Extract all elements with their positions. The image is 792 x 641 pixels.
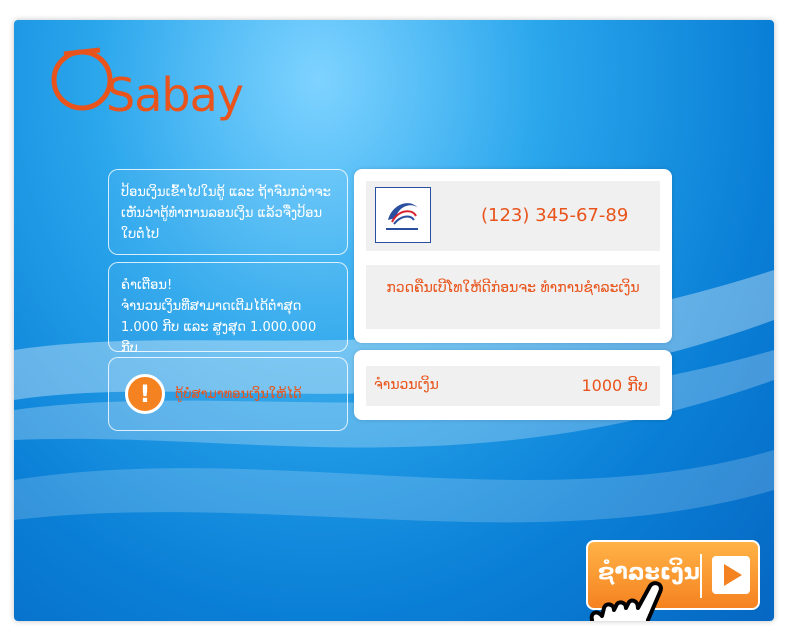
check-note-box: ກວດຄືນເບີໂທໃຫ້ດີກ່ອນຈະ ທຳການຊຳລະເງິນ	[366, 265, 660, 329]
warning-title: ຄຳເຕືອນ!	[121, 278, 173, 293]
logo-text: Sabay	[106, 68, 244, 122]
amount-value: 1000 ກີບ	[581, 376, 648, 395]
lao-telecom-emblem	[386, 203, 418, 230]
lao-telecom-logo	[375, 187, 431, 243]
instructions-panel: ປ້ອນເງິນເຂົ້າໄປໃນຕູ້ ແລະ ຖ້າຈົນກວ່າຈະເຫັ…	[108, 169, 348, 255]
phone-row: (123) 345-67-89	[366, 181, 660, 251]
sabay-logo: Sabay	[42, 38, 262, 122]
pay-button-divider	[700, 554, 702, 598]
amount-row: ຈຳນວນເງິນ 1000 ກີບ	[366, 366, 660, 406]
play-arrow-icon	[712, 556, 750, 594]
no-change-panel: ! ຕູ້ບໍ່ສາມາທອນເງິນໃຫ້ໄດ້	[108, 357, 348, 431]
phone-number: (123) 345-67-89	[481, 205, 629, 226]
instructions-text: ປ້ອນເງິນເຂົ້າໄປໃນຕູ້ ແລະ ຖ້າຈົນກວ່າຈະເຫັ…	[121, 185, 331, 242]
pointing-hand-icon	[589, 581, 663, 621]
warning-panel: ຄຳເຕືອນ! ຈຳນວນເງິນທີ່ສາມາດເຕີມໄດ້ຕ່ຳສຸດ …	[108, 262, 348, 356]
exclamation-icon: !	[125, 374, 165, 414]
kiosk-screen: Sabay ປ້ອນເງິນເຂົ້າໄປໃນຕູ້ ແລະ ຖ້າຈົນກວ່…	[14, 20, 774, 621]
check-number-note: ກວດຄືນເບີໂທໃຫ້ດີກ່ອນຈະ ທຳການຊຳລະເງິນ	[386, 280, 640, 296]
no-change-text: ຕູ້ບໍ່ສາມາທອນເງິນໃຫ້ໄດ້	[175, 387, 302, 402]
amount-card: ຈຳນວນເງິນ 1000 ກີບ	[354, 350, 672, 420]
amount-label: ຈຳນວນເງິນ	[374, 377, 439, 393]
warning-body: ຈຳນວນເງິນທີ່ສາມາດເຕີມໄດ້ຕ່ຳສຸດ 1.000 ກີບ…	[121, 299, 317, 356]
phone-card: (123) 345-67-89 ກວດຄືນເບີໂທໃຫ້ດີກ່ອນຈະ ທ…	[354, 169, 672, 343]
